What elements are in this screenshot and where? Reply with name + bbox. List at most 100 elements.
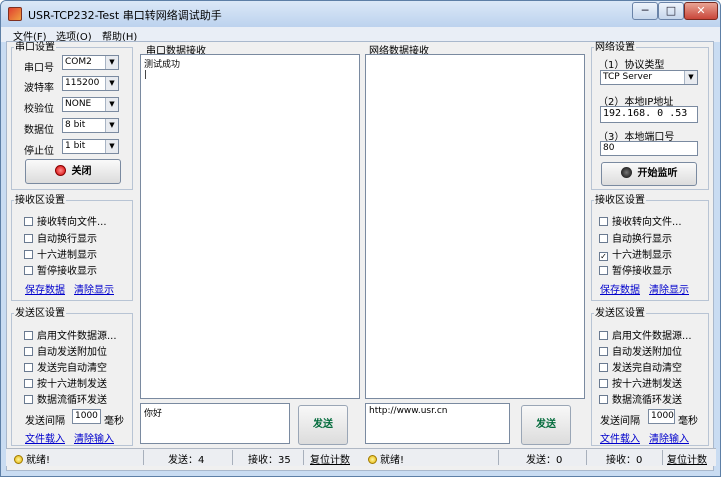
right-ready-status: 就绪! [368,451,404,466]
check-icon: ✓ [599,252,608,261]
left-hex-display-checkbox[interactable]: 十六进制显示 [24,246,97,261]
checkbox-label: 按十六进制发送 [612,379,682,390]
checkbox-box [599,331,608,340]
maximize-button[interactable]: □ [658,2,684,20]
ip-input[interactable]: 192.168. 0 .53 [600,106,698,123]
left-sent-count: 发送：4 [168,455,205,466]
right-reset-count-button[interactable]: 复位计数 [667,451,707,466]
checkbox-label: 启用文件数据源... [37,331,117,342]
left-recv-to-file-checkbox[interactable]: 接收转向文件... [24,213,107,228]
checkbox-label: 发送完自动清空 [37,363,107,374]
left-ready-text: 就绪! [26,455,51,466]
serial-recv-textarea[interactable]: 测试成功 | [140,54,360,399]
net-send-button[interactable]: 发送 [521,405,571,445]
left-auto-wrap-checkbox[interactable]: 自动换行显示 [24,230,97,245]
serial-send-input[interactable]: 你好 [140,403,290,444]
checkbox-box [599,217,608,226]
checkbox-label: 数据流循环发送 [37,395,107,406]
chevron-down-icon: ▼ [105,119,118,132]
checkbox-box [24,217,33,226]
net-settings-title: 网络设置 [595,42,635,53]
serial-toggle-button[interactable]: 关闭 [25,159,121,184]
close-button[interactable]: ✕ [684,2,718,20]
app-icon [8,7,22,21]
left-save-data-link[interactable]: 保存数据 [25,281,65,296]
left-interval-input[interactable]: 1000 [72,409,101,424]
checkbox-box [24,250,33,259]
checkbox-box [24,347,33,356]
lightbulb-icon [368,455,377,464]
left-interval-label: 发送间隔 [25,416,65,427]
right-auto-append-checkbox[interactable]: 自动发送附加位 [599,343,682,358]
chevron-down-icon: ▼ [105,56,118,69]
checkbox-label: 接收转向文件... [612,217,682,228]
checkbox-label: 十六进制显示 [37,250,97,261]
right-auto-wrap-checkbox[interactable]: 自动换行显示 [599,230,672,245]
checkbox-box [24,379,33,388]
parity-value: NONE [65,99,92,109]
net-send-input[interactable]: http://www.usr.cn [365,403,510,444]
checkbox-label: 自动发送附加位 [612,347,682,358]
right-interval-input[interactable]: 1000 [648,409,675,424]
protocol-value: TCP Server [603,72,653,82]
checkbox-label: 十六进制显示 [612,250,672,261]
checkbox-box [599,347,608,356]
lightbulb-icon [14,455,23,464]
status-divider [303,450,304,465]
left-load-file-link[interactable]: 文件载入 [25,430,65,445]
serial-toggle-label: 关闭 [71,166,92,177]
right-pause-recv-checkbox[interactable]: 暂停接收显示 [599,262,672,277]
right-save-data-link[interactable]: 保存数据 [600,281,640,296]
left-file-source-checkbox[interactable]: 启用文件数据源... [24,327,117,342]
menu-bar: 文件(F) 选项(O) 帮助(H) [1,27,720,43]
checkbox-box [24,234,33,243]
left-auto-append-checkbox[interactable]: 自动发送附加位 [24,343,107,358]
stopbits-select[interactable]: 1 bit ▼ [62,139,119,154]
right-clear-input-link[interactable]: 清除输入 [649,430,689,445]
parity-select[interactable]: NONE ▼ [62,97,119,112]
checkbox-label: 自动发送附加位 [37,347,107,358]
right-hex-send-checkbox[interactable]: 按十六进制发送 [599,375,682,390]
serial-send-button[interactable]: 发送 [298,405,348,445]
left-pause-recv-checkbox[interactable]: 暂停接收显示 [24,262,97,277]
start-listen-button[interactable]: 开始监听 [601,162,697,186]
baud-label: 波特率 [24,83,54,94]
minimize-button[interactable]: ─ [632,2,658,20]
left-clear-input-link[interactable]: 清除输入 [74,430,114,445]
right-load-file-link[interactable]: 文件载入 [600,430,640,445]
checkbox-label: 按十六进制发送 [37,379,107,390]
left-auto-clear-checkbox[interactable]: 发送完自动清空 [24,359,107,374]
text-cursor: | [144,70,148,80]
right-clear-display-link[interactable]: 清除显示 [649,281,689,296]
chevron-down-icon: ▼ [105,140,118,153]
net-recv-textarea[interactable] [365,54,585,399]
checkbox-box [599,363,608,372]
right-loop-send-checkbox[interactable]: 数据流循环发送 [599,391,682,406]
checkbox-box [24,363,33,372]
right-recv-to-file-checkbox[interactable]: 接收转向文件... [599,213,682,228]
left-ready-status: 就绪! [14,451,50,466]
serial-settings-title: 串口设置 [15,42,55,53]
status-bar: 就绪! 发送：4 接收：35 复位计数 就绪! 发送：0 接收：0 复位计数 [6,448,716,466]
databits-value: 8 bit [65,120,86,130]
protocol-select[interactable]: TCP Server ▼ [600,70,698,85]
left-clear-display-link[interactable]: 清除显示 [74,281,114,296]
title-bar[interactable]: USR-TCP232-Test 串口转网络调试助手 ─ □ ✕ [1,1,720,27]
checkbox-label: 自动换行显示 [612,234,672,245]
port-number-input[interactable]: 80 [600,141,698,156]
port-select[interactable]: COM2 ▼ [62,55,119,70]
checkbox-box [599,234,608,243]
port-label: 串口号 [24,63,54,74]
baud-select[interactable]: 115200 ▼ [62,76,119,91]
checkbox-box [24,395,33,404]
right-file-source-checkbox[interactable]: 启用文件数据源... [599,327,692,342]
baud-value: 115200 [65,78,100,88]
databits-select[interactable]: 8 bit ▼ [62,118,119,133]
left-loop-send-checkbox[interactable]: 数据流循环发送 [24,391,107,406]
chevron-down-icon: ▼ [105,77,118,90]
left-hex-send-checkbox[interactable]: 按十六进制发送 [24,375,107,390]
right-hex-display-checkbox[interactable]: ✓ 十六进制显示 [599,246,672,261]
right-auto-clear-checkbox[interactable]: 发送完自动清空 [599,359,682,374]
checkbox-label: 暂停接收显示 [37,266,97,277]
left-reset-count-button[interactable]: 复位计数 [310,451,350,466]
